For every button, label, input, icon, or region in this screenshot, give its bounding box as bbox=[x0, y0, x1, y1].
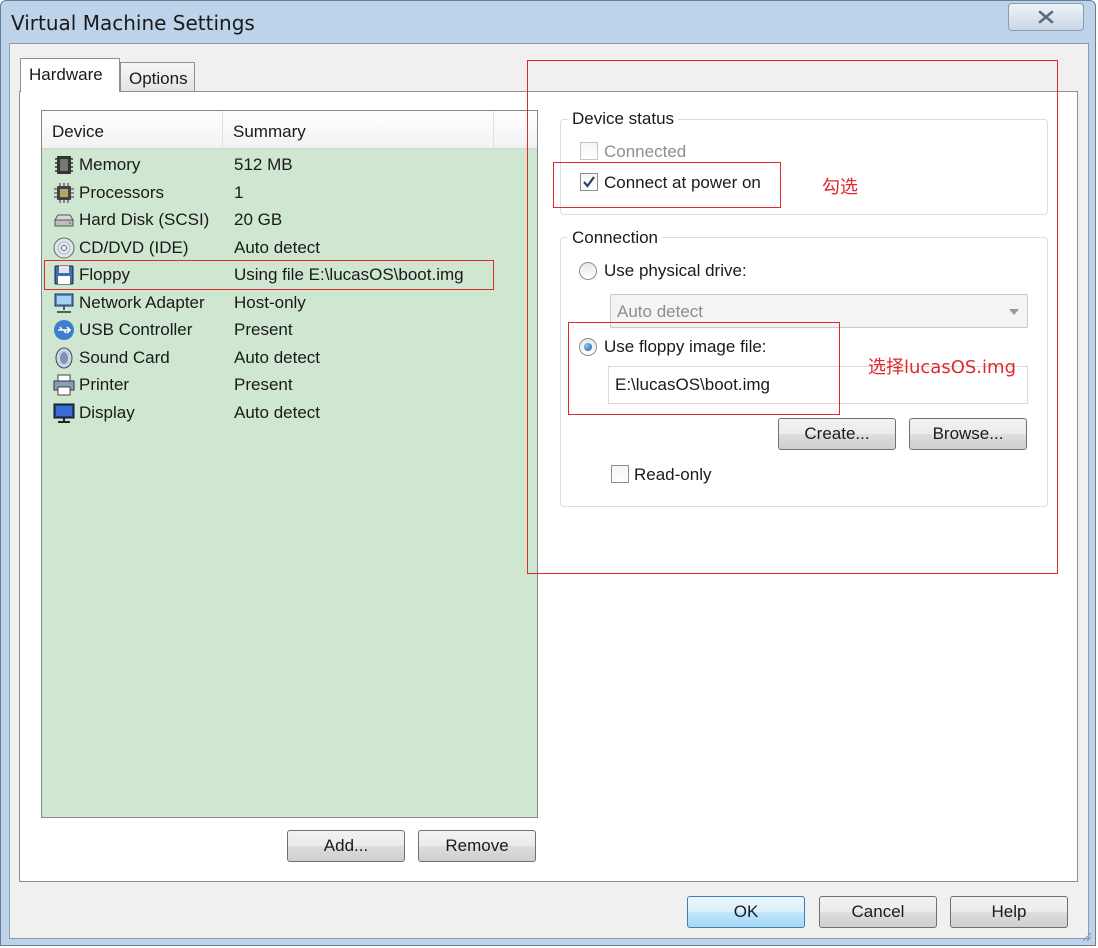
device-row-display[interactable]: Display Auto detect bbox=[50, 401, 530, 427]
device-summary: Auto detect bbox=[234, 403, 321, 422]
annotation-select-note: 选择lucasOS.img bbox=[868, 357, 1016, 378]
device-list[interactable]: Device Summary Memory 512 MB Processors … bbox=[41, 110, 538, 818]
annotation-check-note: 勾选 bbox=[822, 177, 858, 198]
remove-device-button[interactable]: Remove bbox=[418, 830, 536, 862]
column-header-summary[interactable]: Summary bbox=[223, 111, 494, 149]
usb-icon bbox=[54, 320, 74, 340]
device-name: Network Adapter bbox=[79, 293, 205, 312]
device-name: Hard Disk (SCSI) bbox=[79, 210, 210, 229]
device-name: USB Controller bbox=[79, 320, 193, 339]
device-summary: Present bbox=[234, 375, 293, 394]
close-icon bbox=[1038, 10, 1054, 24]
printer-icon bbox=[53, 374, 75, 396]
speaker-icon bbox=[55, 347, 73, 369]
column-header-device-label: Device bbox=[52, 122, 104, 141]
device-summary: Auto detect bbox=[234, 238, 321, 257]
monitor-icon bbox=[53, 403, 75, 423]
device-row-sound-card[interactable]: Sound Card Auto detect bbox=[50, 346, 530, 372]
window-title: Virtual Machine Settings bbox=[11, 11, 255, 35]
remove-device-button-label: Remove bbox=[445, 836, 509, 855]
device-row-usb-controller[interactable]: USB Controller Present bbox=[50, 318, 530, 344]
highlight-floppy-row bbox=[44, 260, 494, 290]
close-button[interactable] bbox=[1008, 3, 1084, 31]
highlight-floppy-image bbox=[568, 322, 840, 415]
device-summary: Auto detect bbox=[234, 348, 321, 367]
hard-disk-icon bbox=[54, 214, 74, 227]
device-name: Printer bbox=[79, 375, 130, 394]
tab-options-label: Options bbox=[129, 69, 188, 88]
add-device-button-label: Add... bbox=[323, 836, 369, 855]
device-name: CD/DVD (IDE) bbox=[79, 238, 189, 257]
device-row-memory[interactable]: Memory 512 MB bbox=[50, 153, 530, 179]
ok-button[interactable]: OK bbox=[687, 896, 805, 928]
highlight-connect-at-power-on bbox=[553, 162, 781, 208]
device-name: Display bbox=[79, 403, 135, 422]
device-summary: 20 GB bbox=[234, 210, 283, 229]
device-row-cd-dvd[interactable]: CD/DVD (IDE) Auto detect bbox=[50, 236, 530, 262]
tab-hardware[interactable]: Hardware bbox=[20, 58, 120, 92]
column-header-device[interactable]: Device bbox=[42, 111, 223, 149]
device-list-header: Device Summary bbox=[42, 111, 537, 149]
device-row-hard-disk[interactable]: Hard Disk (SCSI) 20 GB bbox=[50, 208, 530, 234]
add-device-button[interactable]: Add... bbox=[287, 830, 405, 862]
device-row-network-adapter[interactable]: Network Adapter Host-only bbox=[50, 291, 530, 317]
tab-hardware-label: Hardware bbox=[29, 65, 103, 84]
device-summary: 1 bbox=[234, 183, 244, 202]
help-button[interactable]: Help bbox=[950, 896, 1068, 928]
device-row-processors[interactable]: Processors 1 bbox=[50, 181, 530, 207]
column-header-summary-label: Summary bbox=[233, 122, 306, 141]
device-row-printer[interactable]: Printer Present bbox=[50, 373, 530, 399]
network-adapter-icon bbox=[54, 293, 74, 313]
help-button-label: Help bbox=[991, 902, 1027, 921]
device-summary: Host-only bbox=[234, 293, 306, 312]
cd-dvd-icon bbox=[53, 237, 75, 259]
ok-button-label: OK bbox=[733, 902, 759, 921]
tab-options[interactable]: Options bbox=[120, 62, 195, 92]
resize-grip-icon[interactable] bbox=[1080, 930, 1092, 942]
device-name: Processors bbox=[79, 183, 165, 202]
device-name: Sound Card bbox=[79, 348, 170, 367]
processor-icon bbox=[54, 183, 74, 203]
memory-chip-icon bbox=[55, 156, 73, 174]
device-summary: Present bbox=[234, 320, 293, 339]
highlight-settings-panel bbox=[527, 60, 1058, 574]
cancel-button-label: Cancel bbox=[851, 902, 905, 921]
device-name: Memory bbox=[79, 155, 141, 174]
cancel-button[interactable]: Cancel bbox=[819, 896, 937, 928]
device-summary: 512 MB bbox=[234, 155, 293, 174]
